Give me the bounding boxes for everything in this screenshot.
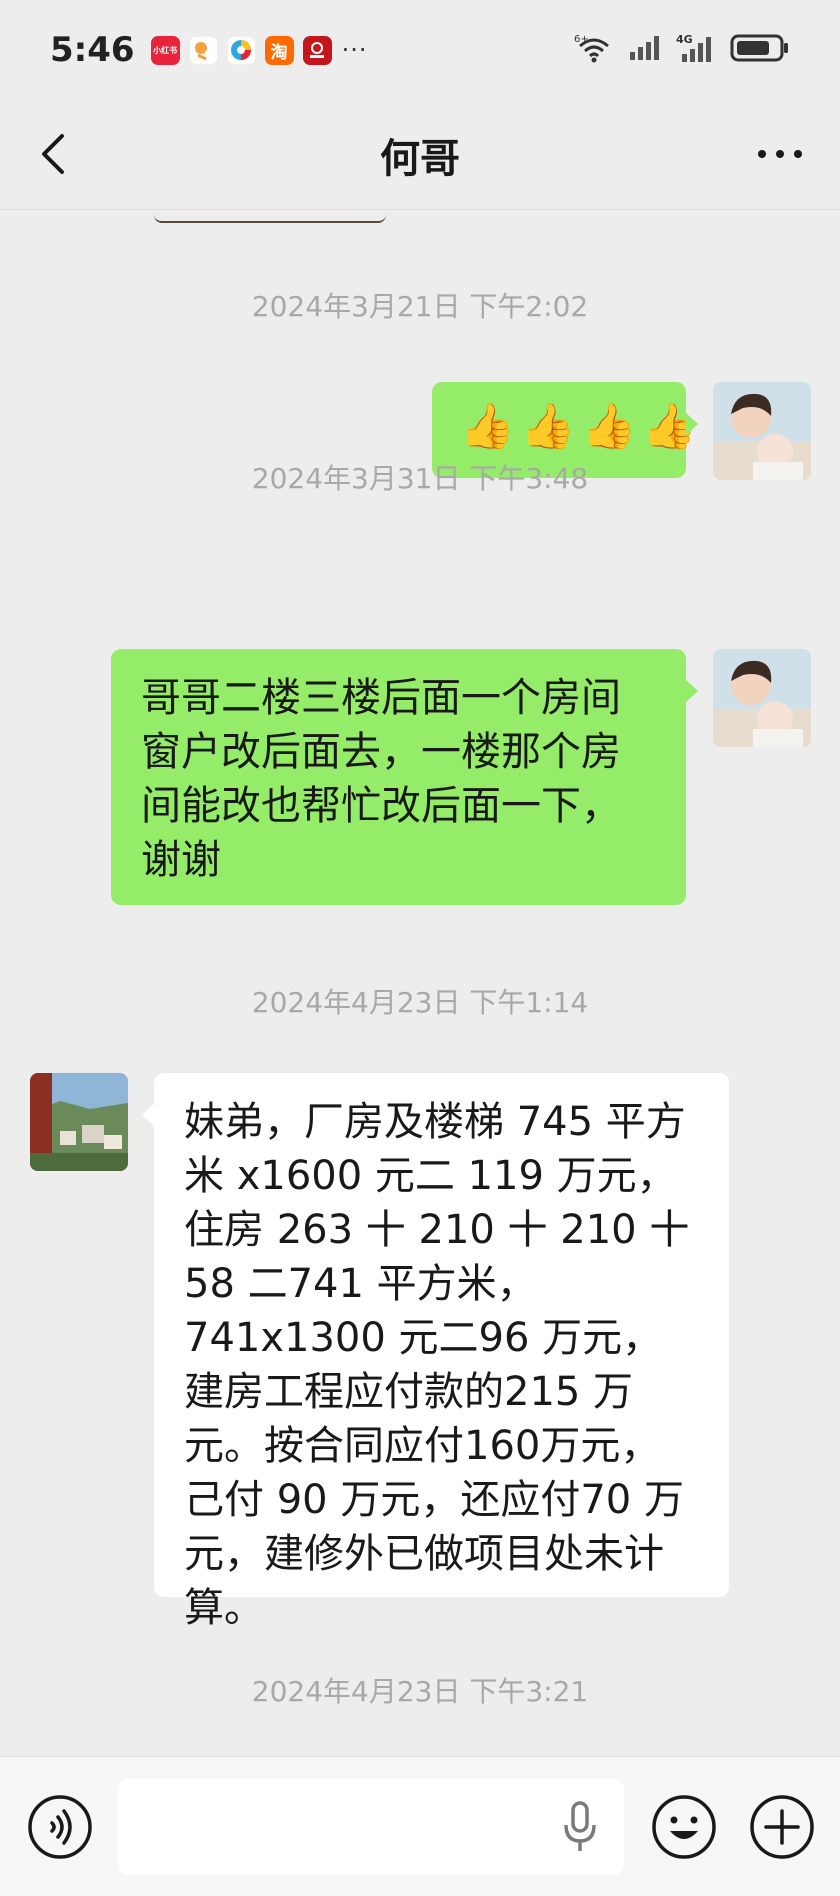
plus-icon <box>750 1795 814 1859</box>
more-options-button[interactable] <box>750 130 810 178</box>
input-bar <box>0 1756 840 1896</box>
status-time: 5:46 <box>50 30 135 70</box>
thumbs-up-emoji-row: 👍 👍 👍 👍 <box>460 400 697 454</box>
message-list[interactable]: 2024年3月21日 下午2:02 👍 👍 👍 👍 2024年3月31日 下午3… <box>0 211 840 1756</box>
thumbs-up-icon: 👍 <box>581 401 637 452</box>
chat-title: 何哥 <box>380 135 460 182</box>
sent-message[interactable]: 哥哥二楼三楼后面一个房间窗户改后面去，一楼那个房间能改也帮忙改后面一下，谢谢 <box>111 649 698 905</box>
voice-toggle-button[interactable] <box>26 1793 94 1861</box>
back-button[interactable] <box>32 128 80 180</box>
message-timestamp: 2024年4月23日 下午3:21 <box>251 1675 589 1708</box>
microphone-icon <box>564 1801 596 1851</box>
battery-icon <box>730 33 790 67</box>
taobao-icon: 淘 <box>264 35 294 65</box>
received-message[interactable]: 妹弟，厂房及楼梯 745 平方米 x1600 元二 119 万元，住房 263 … <box>142 1073 729 1631</box>
chevron-left-icon <box>42 134 64 174</box>
app-color-icon <box>226 35 256 65</box>
emoji-button[interactable] <box>650 1793 718 1861</box>
status-bar: 5:46 小红书 淘 ··· 6+ 4G <box>0 0 840 100</box>
voice-input-button[interactable] <box>560 1793 628 1861</box>
emoji-icon <box>652 1795 716 1859</box>
more-actions-button[interactable] <box>748 1793 816 1861</box>
status-indicators: 6+ 4G <box>574 32 790 68</box>
app-orange-icon <box>188 35 218 65</box>
message-text: 妹弟，厂房及楼梯 745 平方米 x1600 元二 119 万元，住房 263 … <box>184 1099 690 1631</box>
xiaohongshu-icon: 小红书 <box>150 35 180 65</box>
app-red-icon <box>302 35 332 65</box>
thumbs-up-icon: 👍 <box>460 401 515 452</box>
chat-header: 何哥 <box>0 100 840 210</box>
message-timestamp: 2024年3月21日 下午2:02 <box>251 290 589 323</box>
signal-icon <box>628 34 662 66</box>
message-timestamp: 2024年3月31日 下午3:48 <box>251 462 589 495</box>
notification-icons: 小红书 淘 <box>150 35 332 65</box>
status-more: ··· <box>341 36 368 64</box>
wifi-icon: 6+ <box>574 32 614 68</box>
more-dots-icon <box>758 150 802 158</box>
previous-message-edge <box>154 211 386 223</box>
voice-icon <box>28 1795 92 1859</box>
message-text: 哥哥二楼三楼后面一个房间窗户改后面去，一楼那个房间能改也帮忙改后面一下，谢谢 <box>141 675 621 883</box>
svg-text:4G: 4G <box>676 33 693 46</box>
thumbs-up-icon: 👍 <box>520 401 576 452</box>
message-input[interactable] <box>118 1779 624 1875</box>
message-timestamp: 2024年4月23日 下午1:14 <box>251 986 589 1019</box>
contact-avatar[interactable] <box>30 1073 128 1171</box>
bubble-tail <box>142 1103 155 1127</box>
bubble-tail <box>685 412 698 436</box>
my-avatar[interactable] <box>713 649 811 747</box>
bubble-tail <box>685 679 698 703</box>
signal-4g-icon: 4G <box>676 32 716 68</box>
